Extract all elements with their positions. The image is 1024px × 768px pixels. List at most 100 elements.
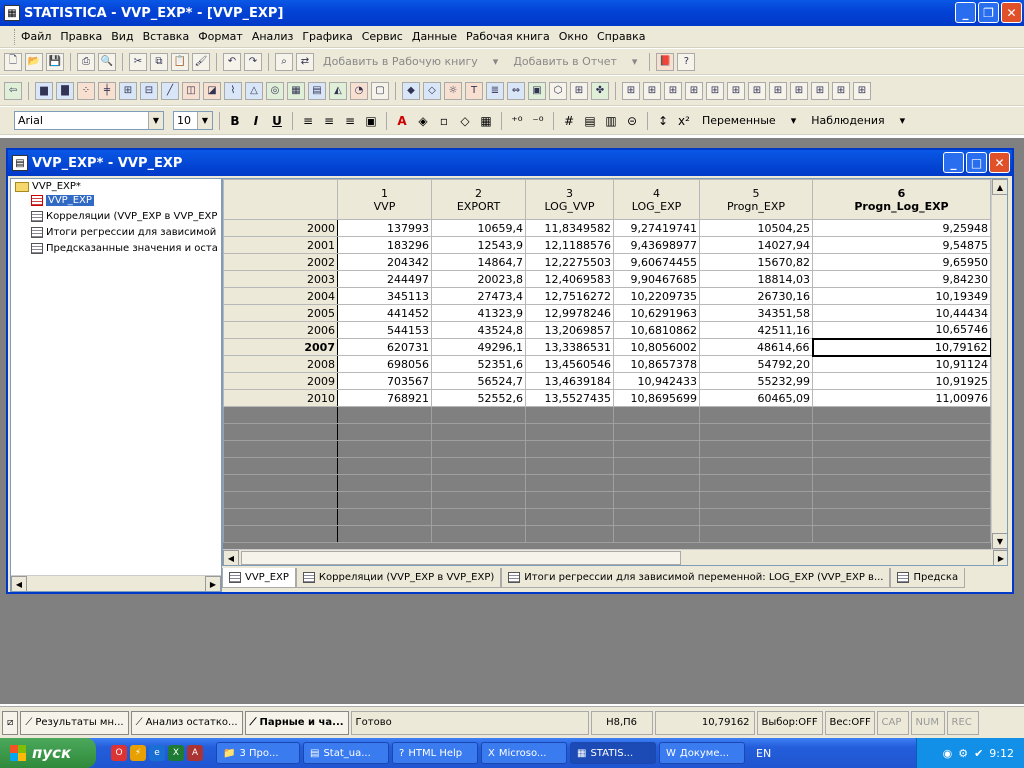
row-header[interactable]: 2000 — [223, 219, 338, 237]
tab-correlations[interactable]: Корреляции (VVP_EXP в VVP_EXP) — [295, 568, 502, 588]
text-graph-icon[interactable]: T — [465, 81, 483, 100]
font-color-icon[interactable]: A — [393, 112, 411, 130]
binoculars-icon[interactable]: ⌕ — [275, 52, 293, 71]
lock-icon[interactable]: ⊝ — [623, 112, 641, 130]
underline-icon[interactable]: U — [268, 112, 286, 130]
table-cell[interactable]: 26730,16 — [699, 287, 813, 305]
taskbar-button-stat[interactable]: ▤ Stat_ua... — [303, 742, 389, 764]
table-cell[interactable]: 27473,4 — [431, 287, 526, 305]
cut-icon[interactable]: ✂ — [129, 52, 147, 71]
table-cell[interactable]: 34351,58 — [699, 304, 813, 322]
taskbar-button-folders[interactable]: 📁 3 Про... — [216, 742, 300, 764]
sequential-icon[interactable]: ≣ — [486, 81, 504, 100]
format-painter-icon[interactable]: 🖌 — [192, 52, 210, 71]
active-cell[interactable]: 10,79162 — [811, 337, 992, 357]
bar-chart-icon[interactable]: ▇ — [56, 81, 74, 100]
help-pointer-icon[interactable]: ? — [677, 52, 696, 71]
row-header[interactable]: 2007 — [223, 338, 338, 356]
vertical-scrollbar[interactable]: ▲ ▼ — [991, 179, 1007, 549]
scroll-left-icon[interactable]: ◀ — [11, 576, 27, 591]
cell-format-icon[interactable]: ▣ — [362, 112, 380, 130]
hash-icon[interactable]: # — [560, 112, 578, 130]
taskbar-button-excel[interactable]: X Microso... — [481, 742, 567, 764]
menu-insert[interactable]: Вставка — [143, 30, 190, 43]
table-cell[interactable]: 20023,8 — [431, 270, 526, 288]
redo-icon[interactable]: ↷ — [244, 52, 262, 71]
open-icon[interactable]: 📂 — [25, 52, 43, 71]
table-cell[interactable]: 9,54875 — [812, 236, 991, 254]
contour-icon[interactable]: ◎ — [266, 81, 284, 100]
histogram-icon[interactable]: ▆ — [35, 81, 53, 100]
table-cell[interactable]: 10,8056002 — [613, 338, 700, 356]
normal-plot-icon[interactable]: ╱ — [161, 81, 179, 100]
variability-icon[interactable]: ⊟ — [140, 81, 158, 100]
row-header[interactable]: 2005 — [223, 304, 338, 322]
table-cell[interactable]: 698056 — [337, 355, 432, 373]
table-cell[interactable]: 14027,94 — [699, 236, 813, 254]
3d-bivariate-icon[interactable]: ◆ — [402, 81, 420, 100]
print-icon[interactable]: ⎙ — [77, 52, 95, 71]
case-specs-icon[interactable]: ▥ — [602, 112, 620, 130]
column-header[interactable]: 5 Progn_EXP — [699, 179, 813, 220]
pie-chart-icon[interactable]: ◔ — [350, 81, 368, 100]
tree-item-vvp-exp[interactable]: VVP_EXP — [31, 195, 94, 206]
table-cell[interactable]: 52552,6 — [431, 389, 526, 407]
scroll-up-icon[interactable]: ▲ — [992, 179, 1007, 195]
close-button[interactable]: ✕ — [1001, 2, 1022, 23]
table-cell[interactable]: 13,4639184 — [525, 372, 614, 390]
map-icon[interactable]: ▣ — [528, 81, 546, 100]
taskbar-button-statistica[interactable]: ▦ STATIS... — [570, 742, 656, 764]
new-icon[interactable]: 🗋 — [4, 52, 22, 71]
layout-8-icon[interactable]: ⊞ — [769, 81, 787, 100]
row-header[interactable]: 2002 — [223, 253, 338, 271]
table-cell[interactable]: 10,6291963 — [613, 304, 700, 322]
sort-icon[interactable]: ↕ — [654, 112, 672, 130]
table-cell[interactable]: 10,2209735 — [613, 287, 700, 305]
var-specs-icon[interactable]: ▤ — [581, 112, 599, 130]
boxplot-icon[interactable]: ⊞ — [119, 81, 137, 100]
print-preview-icon[interactable]: 🔍 — [98, 52, 116, 71]
column-header[interactable]: 4 LOG_EXP — [613, 179, 700, 220]
table-cell[interactable]: 13,5527435 — [525, 389, 614, 407]
scroll-left-icon[interactable]: ◀ — [223, 550, 239, 565]
table-cell[interactable]: 244497 — [337, 270, 432, 288]
table-cell[interactable]: 12,9978246 — [525, 304, 614, 322]
copy-icon[interactable]: ⧉ — [150, 52, 168, 71]
table-cell[interactable]: 42511,16 — [699, 321, 813, 339]
table-cell[interactable]: 204342 — [337, 253, 432, 271]
categorized-icon[interactable]: ▤ — [308, 81, 326, 100]
table-cell[interactable]: 41323,9 — [431, 304, 526, 322]
opera-icon[interactable]: O — [111, 745, 127, 761]
table-cell[interactable]: 9,27419741 — [613, 219, 700, 237]
language-indicator[interactable]: EN — [756, 747, 771, 760]
menu-window[interactable]: Окно — [559, 30, 588, 43]
layout-11-icon[interactable]: ⊞ — [832, 81, 850, 100]
taskbar-button-word[interactable]: W Докуме... — [659, 742, 745, 764]
status-weight[interactable]: Вес:OFF — [824, 710, 875, 735]
scroll-thumb[interactable] — [241, 551, 681, 565]
table-cell[interactable]: 15670,82 — [699, 253, 813, 271]
child-maximize-button[interactable]: □ — [966, 152, 987, 173]
table-cell[interactable]: 13,2069857 — [525, 321, 614, 339]
table-cell[interactable]: 48614,66 — [699, 338, 813, 356]
quantile-icon[interactable]: ◫ — [182, 81, 200, 100]
status-selection[interactable]: Выбор:OFF — [756, 710, 823, 735]
bold-icon[interactable]: B — [226, 112, 244, 130]
back-arrow-icon[interactable]: ⇦ — [4, 81, 22, 100]
table-cell[interactable]: 620731 — [337, 338, 432, 356]
book-icon[interactable]: 📕 — [656, 52, 675, 71]
table-cell[interactable]: 10,8695699 — [613, 389, 700, 407]
find-icon[interactable]: ⇄ — [296, 52, 314, 71]
scroll-right-icon[interactable]: ▶ — [993, 550, 1007, 565]
restore-button[interactable]: ❐ — [978, 2, 999, 23]
table-cell[interactable]: 10,6810862 — [613, 321, 700, 339]
area-icon[interactable]: ◭ — [329, 81, 347, 100]
layout-9-icon[interactable]: ⊞ — [790, 81, 808, 100]
table-icon[interactable]: ▦ — [477, 112, 495, 130]
formula-icon[interactable]: x² — [675, 112, 693, 130]
horizontal-scrollbar[interactable]: ◀ ▶ — [223, 549, 1007, 565]
excel-icon[interactable]: X — [168, 745, 184, 761]
tray-icon[interactable]: ◉ — [943, 747, 953, 760]
align-center-icon[interactable]: ≡ — [320, 112, 338, 130]
scroll-down-icon[interactable]: ▼ — [992, 533, 1007, 549]
